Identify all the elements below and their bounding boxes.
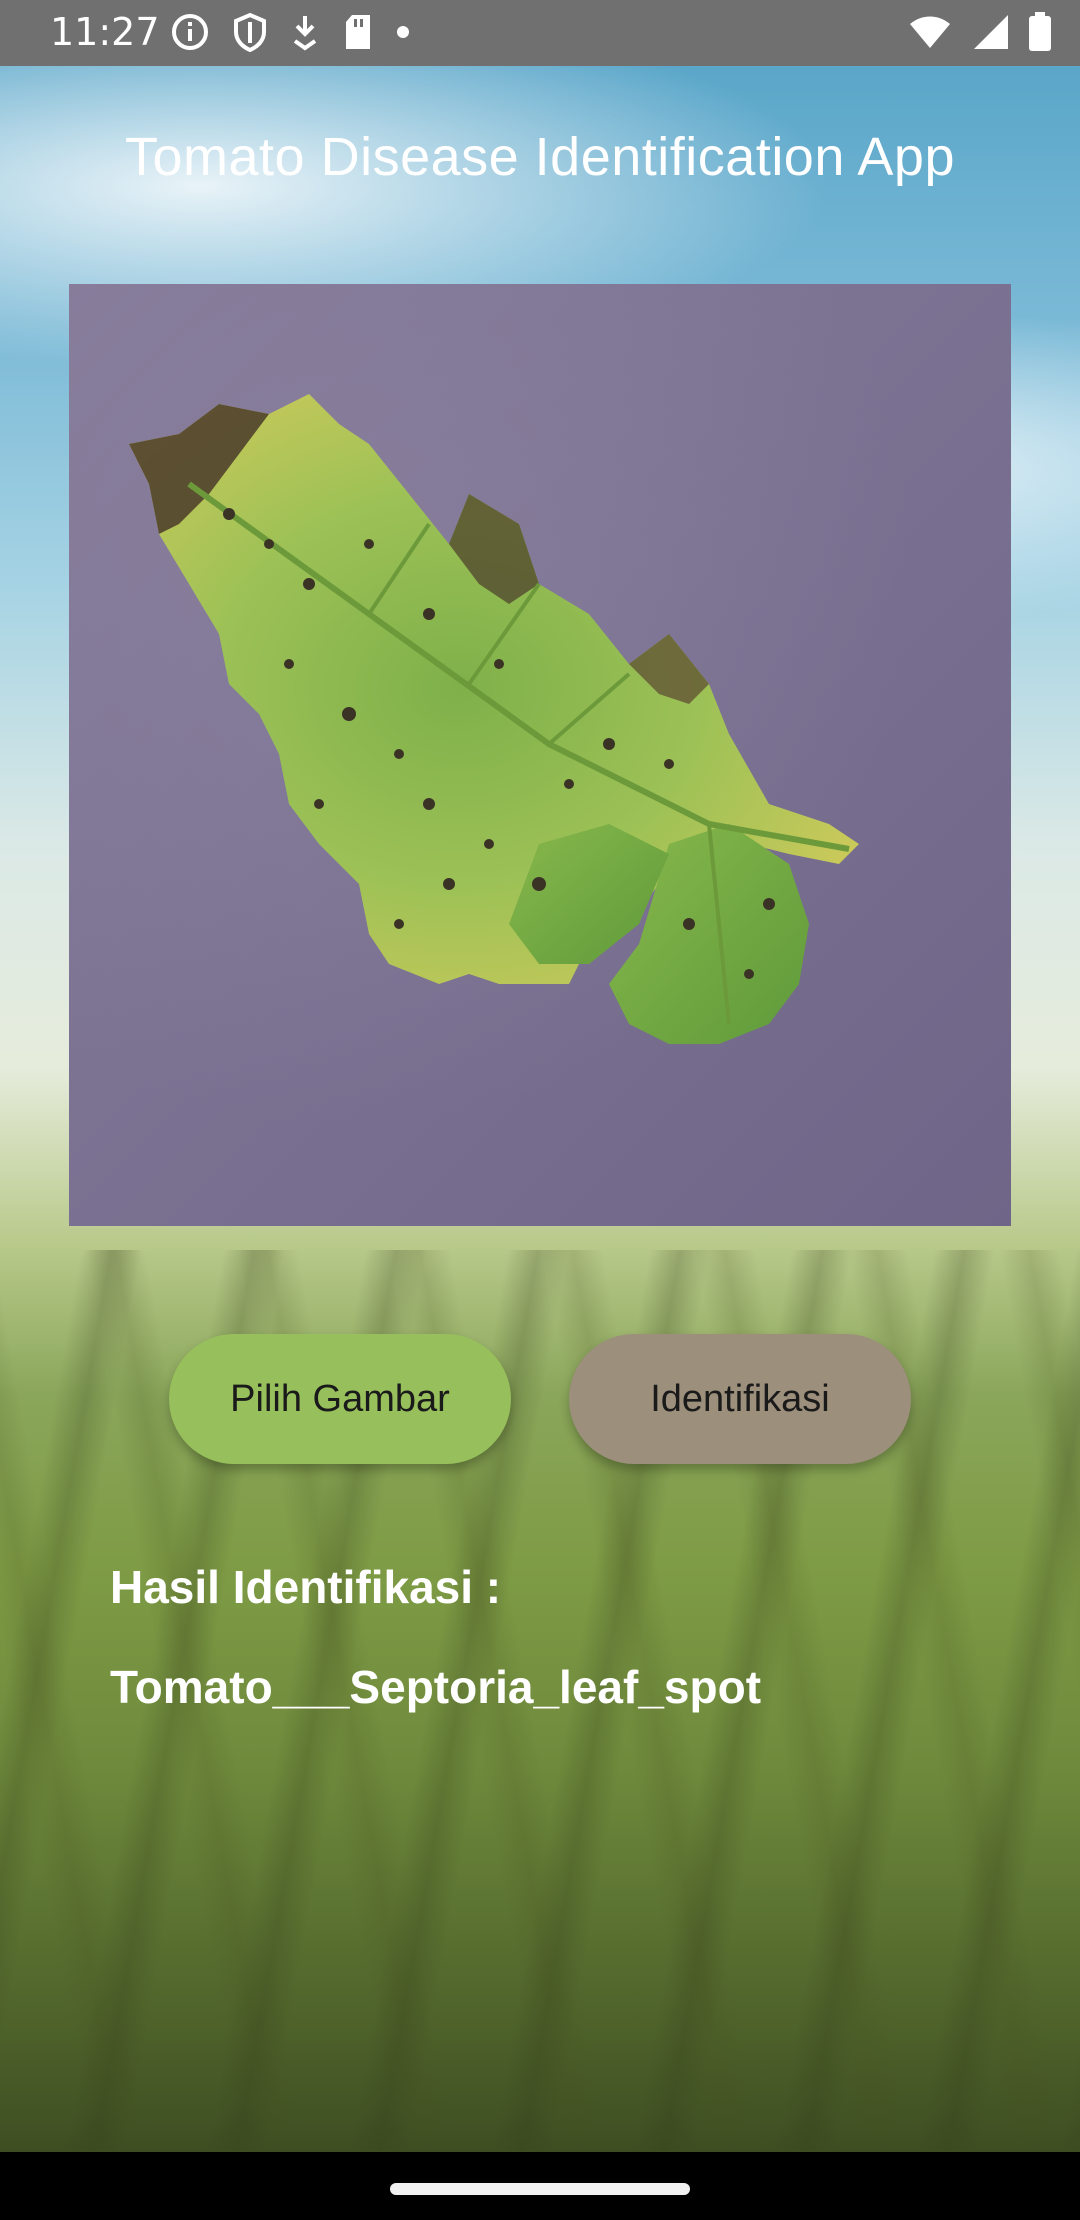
sd-card-icon xyxy=(342,13,374,51)
signal-icon xyxy=(970,13,1010,51)
status-time: 11:27 xyxy=(50,10,160,54)
result-value: Tomato___Septoria_leaf_spot xyxy=(110,1661,762,1713)
shield-icon xyxy=(232,12,268,52)
dot-icon xyxy=(396,25,410,39)
pick-image-button[interactable]: Pilih Gambar xyxy=(169,1334,511,1464)
home-gesture-handle[interactable] xyxy=(390,2183,690,2195)
result-label: Hasil Identifikasi : xyxy=(110,1561,502,1613)
selected-image-preview xyxy=(69,284,1011,1226)
app-title: Tomato Disease Identification App xyxy=(125,127,955,187)
status-icons-right xyxy=(908,12,1052,52)
tomato-leaf-illustration xyxy=(129,394,859,1044)
identify-button[interactable]: Identifikasi xyxy=(569,1334,911,1464)
battery-icon xyxy=(1028,12,1052,52)
status-bar: 11:27 xyxy=(0,0,1080,66)
wifi-icon xyxy=(908,14,952,50)
download-icon xyxy=(290,13,320,51)
status-icons-left xyxy=(170,12,410,52)
info-icon xyxy=(170,12,210,52)
